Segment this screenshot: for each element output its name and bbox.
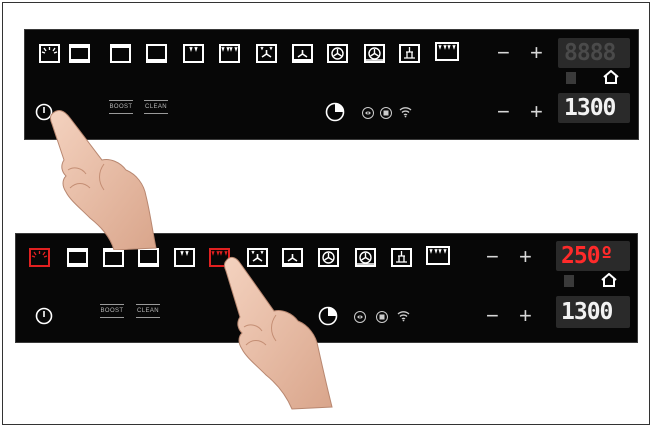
timer-icon: [325, 102, 345, 122]
mode-light-icon-active[interactable]: [29, 248, 50, 267]
lock-icon[interactable]: [564, 275, 574, 287]
mode-defrost-icon[interactable]: [399, 44, 420, 63]
mode-grill-small-icon[interactable]: [183, 44, 204, 63]
media-button[interactable]: [354, 310, 366, 328]
mode-grill-small-icon[interactable]: [174, 248, 195, 267]
media-icon: [354, 311, 366, 323]
temperature-display: 250º: [556, 241, 630, 271]
stop-icon: [380, 107, 392, 119]
temperature-display: 8888: [558, 38, 630, 68]
mode-grill-large-icon[interactable]: [219, 44, 240, 63]
time-plus-button[interactable]: +: [530, 101, 543, 123]
clean-label: CLEAN: [136, 308, 159, 314]
wifi-button[interactable]: [397, 309, 410, 327]
mode-light-icon[interactable]: [39, 44, 60, 63]
home-icon[interactable]: [603, 69, 619, 89]
boost-button[interactable]: BOOST: [98, 304, 126, 318]
pointing-hand-2: [224, 256, 333, 410]
time-readout: 1300: [561, 299, 613, 325]
wifi-button[interactable]: [399, 105, 412, 123]
temperature-readout: 8888: [564, 40, 616, 66]
power-icon: [35, 307, 53, 325]
time-minus-button[interactable]: −: [497, 101, 510, 123]
mode-pizza-icon[interactable]: [426, 246, 450, 265]
mode-bottom-heat-icon[interactable]: [146, 44, 167, 63]
mode-top-heat-icon[interactable]: [103, 248, 124, 267]
wifi-icon: [399, 107, 412, 118]
stop-button[interactable]: [376, 310, 388, 328]
mode-fan-bottom-icon[interactable]: [292, 44, 313, 63]
pointing-hand-1: [50, 110, 157, 250]
timer-button[interactable]: [325, 102, 345, 127]
temperature-readout: 250º: [561, 243, 613, 269]
media-button[interactable]: [362, 106, 374, 124]
temperature-minus-button[interactable]: −: [486, 246, 499, 268]
time-minus-button[interactable]: −: [486, 305, 499, 327]
power-button[interactable]: [35, 307, 53, 325]
temperature-minus-button[interactable]: −: [497, 42, 510, 64]
mode-top-heat-icon[interactable]: [110, 44, 131, 63]
boost-label: BOOST: [100, 308, 124, 314]
mode-top-bottom-heat-icon[interactable]: [67, 248, 88, 267]
stop-button[interactable]: [380, 106, 392, 124]
mode-top-bottom-heat-icon[interactable]: [69, 44, 90, 63]
time-readout: 1300: [564, 95, 616, 121]
mode-grill-fan-icon[interactable]: [256, 44, 277, 63]
mode-pizza-icon[interactable]: [435, 42, 459, 61]
mode-bottom-heat-icon[interactable]: [138, 248, 159, 267]
lock-icon[interactable]: [566, 72, 576, 84]
time-display: 1300: [556, 296, 630, 328]
temperature-plus-button[interactable]: +: [530, 42, 543, 64]
media-icon: [362, 107, 374, 119]
temperature-plus-button[interactable]: +: [519, 246, 532, 268]
stop-icon: [376, 311, 388, 323]
home-icon[interactable]: [601, 272, 617, 292]
clean-button[interactable]: CLEAN: [134, 304, 162, 318]
mode-hot-air-icon[interactable]: [364, 44, 385, 63]
time-plus-button[interactable]: +: [519, 305, 532, 327]
mode-defrost-icon[interactable]: [391, 248, 412, 267]
wifi-icon: [397, 311, 410, 322]
mode-hot-air-icon[interactable]: [355, 248, 376, 267]
mode-fan-circle-icon[interactable]: [327, 44, 348, 63]
time-display: 1300: [558, 93, 630, 123]
